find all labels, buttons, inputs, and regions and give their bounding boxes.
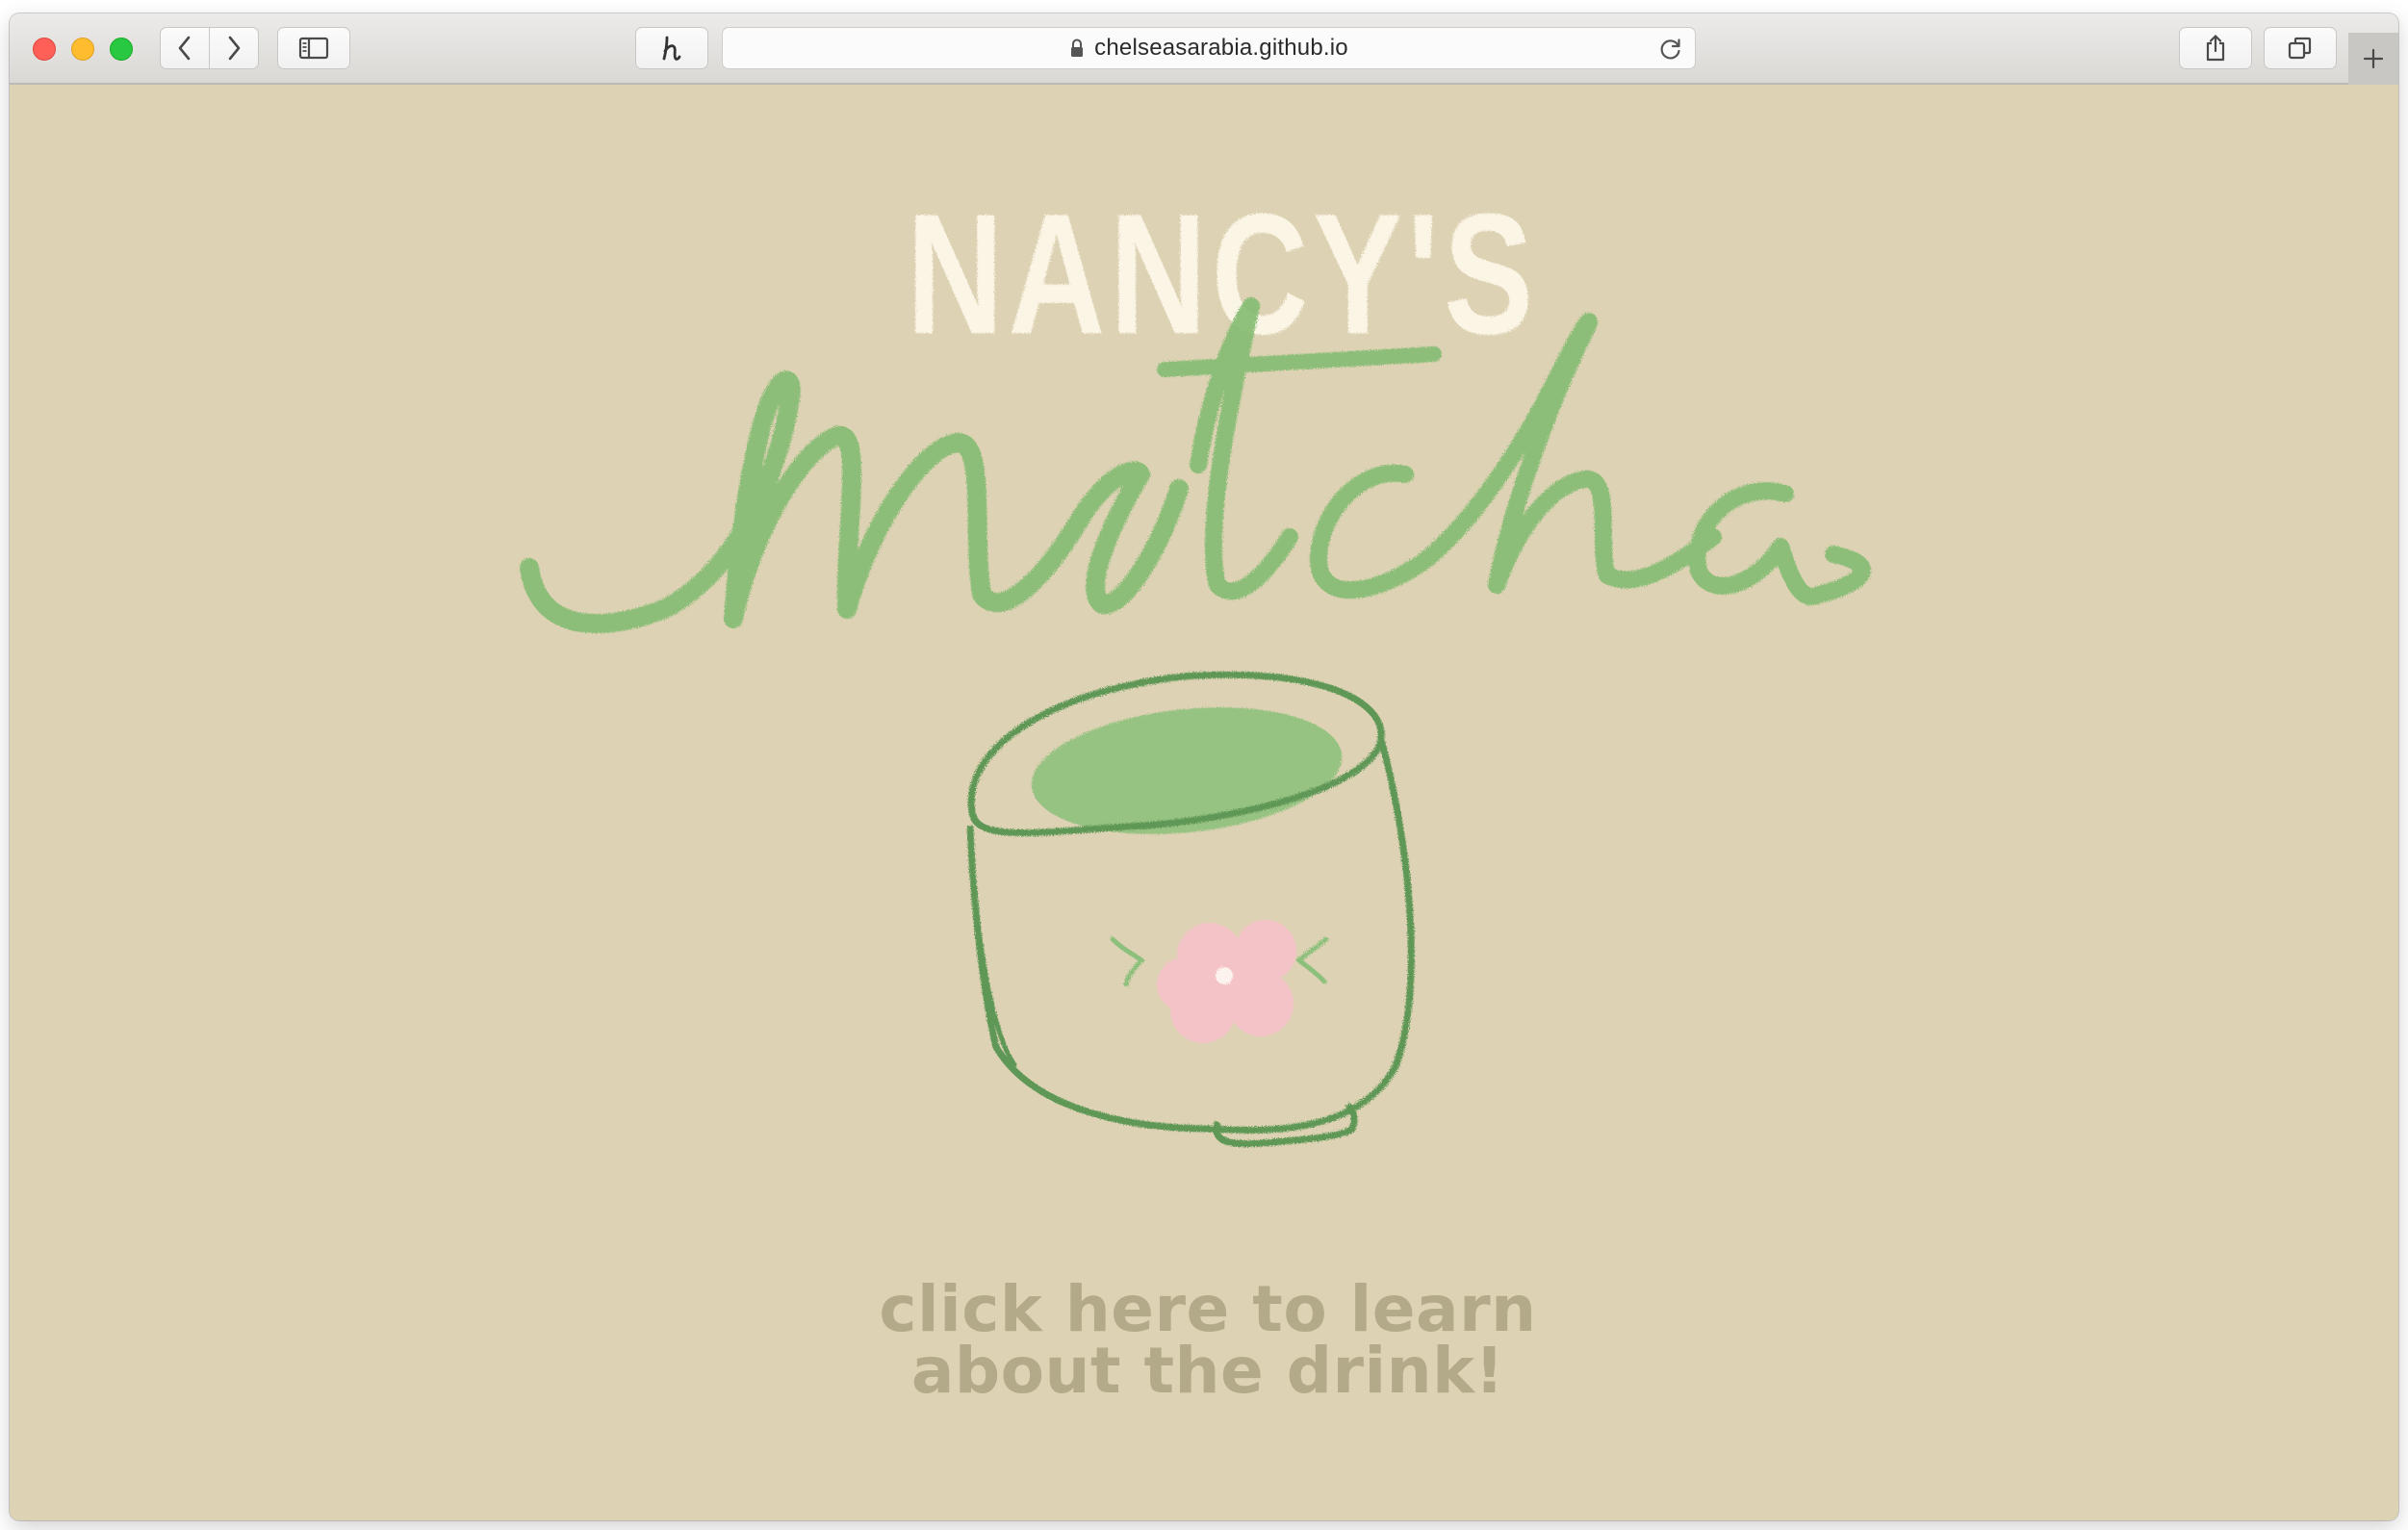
address-text: chelseasarabia.github.io (1094, 35, 1348, 61)
honey-extension-button[interactable] (635, 27, 708, 69)
matcha-bowl-illustration (966, 671, 1415, 1148)
share-button[interactable] (2179, 27, 2252, 69)
sidebar-toggle-button[interactable] (277, 27, 350, 69)
tab-overview-button[interactable] (2264, 27, 2337, 69)
forward-button[interactable] (209, 27, 259, 69)
tab-overview-icon (2288, 37, 2312, 60)
browser-window: chelseasarabia.github.io NANCY'S click h… (10, 13, 2398, 1520)
minimize-window-button[interactable] (71, 38, 94, 61)
back-button[interactable] (160, 27, 210, 69)
maximize-window-button[interactable] (110, 38, 133, 61)
new-tab-button[interactable] (2348, 33, 2398, 85)
address-bar[interactable]: chelseasarabia.github.io (722, 27, 1696, 69)
browser-toolbar: chelseasarabia.github.io (10, 13, 2398, 85)
honey-extension-icon (662, 36, 681, 61)
chevron-left-icon (178, 36, 191, 61)
learn-about-drink-link[interactable]: click here to learn about the drink! (871, 1278, 1545, 1403)
reload-icon[interactable] (1658, 37, 1683, 62)
svg-text:NANCY'S: NANCY'S (907, 178, 1538, 370)
close-window-button[interactable] (33, 38, 56, 61)
lock-icon (1071, 38, 1084, 57)
page-content: NANCY'S click here to learn about the dr… (10, 85, 2398, 1520)
chevron-right-icon (228, 36, 241, 61)
pink-flower-icon (1110, 920, 1329, 1043)
plus-icon (2363, 48, 2384, 69)
share-icon (2206, 35, 2225, 62)
logo-nancys-text: NANCY'S (907, 178, 1538, 370)
sidebar-icon (298, 37, 329, 60)
